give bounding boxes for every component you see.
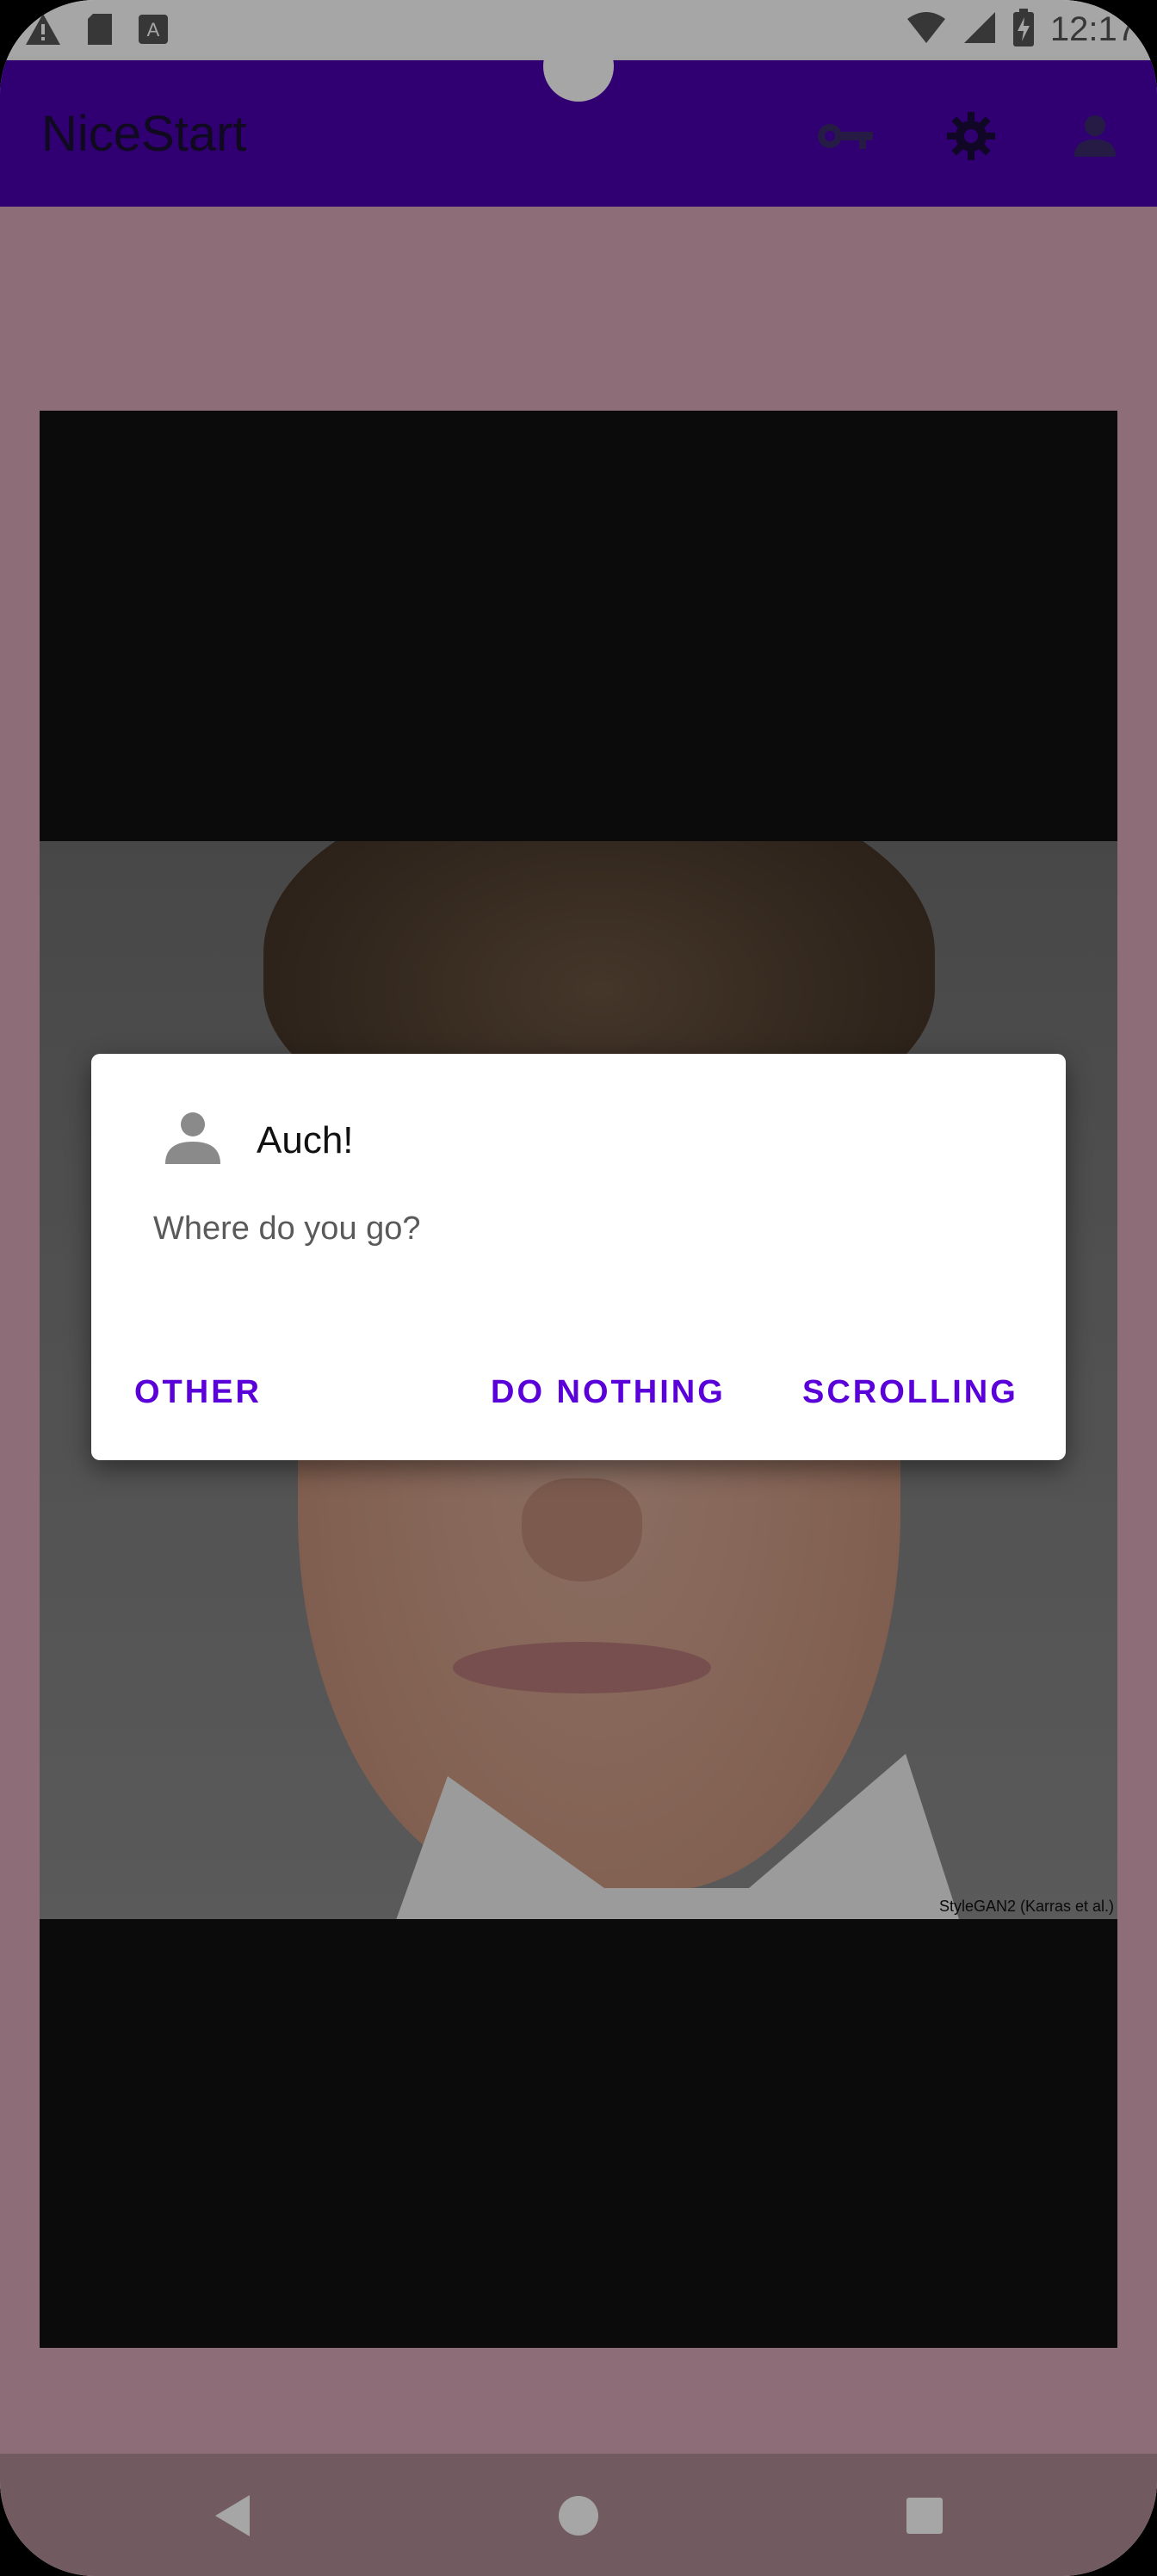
do-nothing-button[interactable]: DO NOTHING <box>491 1374 726 1411</box>
other-button[interactable]: OTHER <box>134 1374 262 1411</box>
person-icon <box>164 1109 222 1167</box>
dialog-title: Auch! <box>257 1119 354 1161</box>
scrolling-button[interactable]: SCROLLING <box>802 1374 1018 1411</box>
alert-dialog: Auch! Where do you go? OTHER DO NOTHING … <box>91 1054 1066 1460</box>
phone-screen: A 12:17 NiceStart StyleGAN2 (Karras et a… <box>0 0 1157 2576</box>
dialog-message: Where do you go? <box>153 1211 421 1247</box>
